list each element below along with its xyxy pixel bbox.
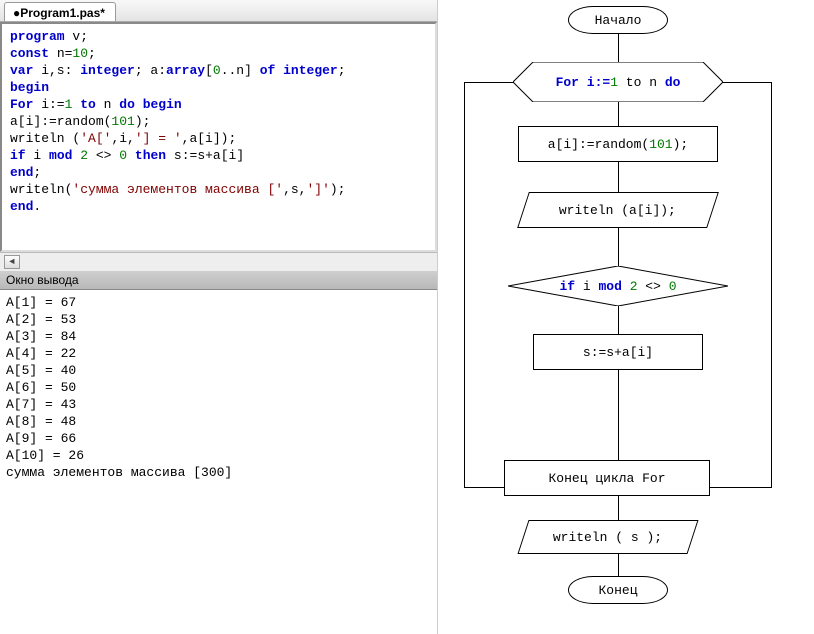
flowchart: Начало For i:=1 to n do a[i]:=random(101… xyxy=(438,0,814,634)
flow-line xyxy=(618,162,619,192)
flow-line xyxy=(618,306,619,334)
scroll-left-arrow-icon[interactable]: ◄ xyxy=(4,255,20,269)
flow-writeln-ai: writeln (a[i]); xyxy=(517,192,719,228)
flow-endloop: Конец цикла For xyxy=(504,460,710,496)
flow-condition: if i mod 2 <> 0 xyxy=(508,266,728,306)
flow-line xyxy=(618,496,619,520)
flow-line xyxy=(618,34,619,62)
flow-line xyxy=(618,102,619,126)
file-tab[interactable]: ●Program1.pas* xyxy=(4,2,116,21)
flow-line xyxy=(618,228,619,266)
flow-start: Начало xyxy=(568,6,668,34)
flow-line xyxy=(618,370,619,460)
flow-line xyxy=(618,554,619,576)
code-editor[interactable]: program v; const n=10; var i,s: integer;… xyxy=(0,22,437,252)
output-header: Окно вывода xyxy=(0,270,437,290)
flow-assign: a[i]:=random(101); xyxy=(518,126,718,162)
scrollbar[interactable]: ◄ xyxy=(0,252,437,270)
flow-for: For i:=1 to n do xyxy=(513,62,723,102)
tab-bar: ●Program1.pas* xyxy=(0,0,437,22)
output-pane: A[1] = 67 A[2] = 53 A[3] = 84 A[4] = 22 … xyxy=(0,290,437,634)
flow-writeln-s: writeln ( s ); xyxy=(517,520,698,554)
flow-sum: s:=s+a[i] xyxy=(533,334,703,370)
flow-end: Конец xyxy=(568,576,668,604)
